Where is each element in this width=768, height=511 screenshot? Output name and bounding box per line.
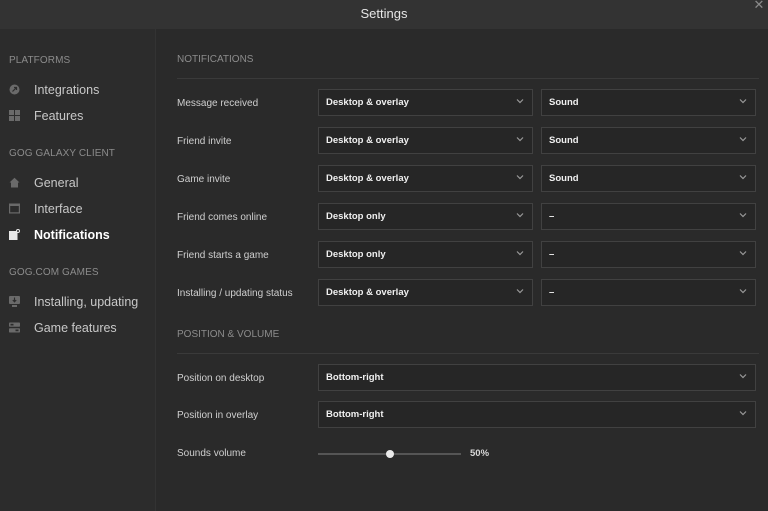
game-invite-display-select[interactable]: Desktop & overlay <box>318 165 533 192</box>
game-features-icon <box>9 322 20 333</box>
position-overlay-select[interactable]: Bottom-right <box>318 401 756 428</box>
section-notifications-heading: NOTIFICATIONS <box>177 54 254 65</box>
select-value: Desktop only <box>326 249 386 260</box>
select-value: Desktop & overlay <box>326 173 409 184</box>
chevron-down-icon <box>516 289 524 294</box>
row-label-installing-updating-status: Installing / updating status <box>177 288 293 299</box>
friend-starts-game-sound-select[interactable]: – <box>541 241 756 268</box>
position-desktop-select[interactable]: Bottom-right <box>318 364 756 391</box>
row-label-friend-starts-game: Friend starts a game <box>177 250 269 261</box>
volume-slider-thumb[interactable] <box>385 450 394 458</box>
select-value: Desktop & overlay <box>326 287 409 298</box>
friend-invite-display-select[interactable]: Desktop & overlay <box>318 127 533 154</box>
title-bar: Settings ✕ <box>0 0 768 29</box>
chevron-down-icon <box>516 99 524 104</box>
select-value: – <box>549 287 555 298</box>
sidebar-item-integrations[interactable]: Integrations <box>0 79 155 101</box>
select-value: Desktop & overlay <box>326 135 409 146</box>
row-label-sounds-volume: Sounds volume <box>177 448 246 459</box>
row-label-position-in-overlay: Position in overlay <box>177 410 259 421</box>
window-title: Settings <box>360 6 408 21</box>
sidebar-item-label: Interface <box>34 202 83 216</box>
chevron-down-icon <box>516 213 524 218</box>
sidebar-item-features[interactable]: Features <box>0 105 155 127</box>
row-label-friend-comes-online: Friend comes online <box>177 212 268 223</box>
select-value: Desktop only <box>326 211 386 222</box>
sidebar: PLATFORMS Integrations Features GOG GALA… <box>0 29 156 511</box>
sidebar-section-gog-galaxy-client: GOG GALAXY CLIENT <box>9 148 115 159</box>
select-value: Bottom-right <box>326 409 384 420</box>
sidebar-item-label: Features <box>34 109 84 123</box>
volume-value: 50% <box>470 448 490 459</box>
home-icon <box>9 177 20 188</box>
install-status-display-select[interactable]: Desktop & overlay <box>318 279 533 306</box>
select-value: Bottom-right <box>326 372 384 383</box>
friend-invite-sound-select[interactable]: Sound <box>541 127 756 154</box>
main-panel: NOTIFICATIONS Message received Desktop &… <box>156 29 768 511</box>
features-grid-icon <box>9 110 20 121</box>
sidebar-item-label: Notifications <box>34 228 110 242</box>
section-position-volume-heading: POSITION & VOLUME <box>177 329 280 340</box>
volume-slider-track[interactable] <box>318 450 461 458</box>
close-icon[interactable]: ✕ <box>752 0 766 12</box>
row-label-position-on-desktop: Position on desktop <box>177 373 265 384</box>
chevron-down-icon <box>516 175 524 180</box>
select-value: – <box>549 211 555 222</box>
chevron-down-icon <box>739 213 747 218</box>
select-value: Sound <box>549 97 579 108</box>
chevron-down-icon <box>739 374 747 379</box>
sidebar-item-label: Game features <box>34 321 117 335</box>
chevron-down-icon <box>739 411 747 416</box>
section-divider <box>177 353 759 354</box>
select-value: Sound <box>549 173 579 184</box>
chevron-down-icon <box>739 99 747 104</box>
friend-online-display-select[interactable]: Desktop only <box>318 203 533 230</box>
friend-online-sound-select[interactable]: – <box>541 203 756 230</box>
row-label-friend-invite: Friend invite <box>177 136 232 147</box>
message-received-display-select[interactable]: Desktop & overlay <box>318 89 533 116</box>
chevron-down-icon <box>739 251 747 256</box>
sidebar-item-label: General <box>34 176 79 190</box>
chevron-down-icon <box>739 137 747 142</box>
message-received-sound-select[interactable]: Sound <box>541 89 756 116</box>
section-divider <box>177 78 759 79</box>
chevron-down-icon <box>739 175 747 180</box>
sidebar-item-notifications[interactable]: Notifications <box>0 224 155 246</box>
row-label-game-invite: Game invite <box>177 174 231 185</box>
sidebar-item-general[interactable]: General <box>0 172 155 194</box>
sidebar-item-game-features[interactable]: Game features <box>0 317 155 339</box>
sidebar-item-interface[interactable]: Interface <box>0 198 155 220</box>
sidebar-item-installing-updating[interactable]: Installing, updating <box>0 291 155 313</box>
download-icon <box>9 296 20 307</box>
chevron-down-icon <box>516 251 524 256</box>
game-invite-sound-select[interactable]: Sound <box>541 165 756 192</box>
friend-starts-game-display-select[interactable]: Desktop only <box>318 241 533 268</box>
sidebar-section-platforms: PLATFORMS <box>9 55 71 66</box>
sidebar-section-gog-com-games: GOG.COM GAMES <box>9 267 99 278</box>
install-status-sound-select[interactable]: – <box>541 279 756 306</box>
sidebar-item-label: Installing, updating <box>34 295 139 309</box>
integrations-icon <box>9 84 20 95</box>
notifications-icon <box>9 229 20 240</box>
row-label-message-received: Message received <box>177 98 259 109</box>
chevron-down-icon <box>739 289 747 294</box>
interface-icon <box>9 203 20 214</box>
chevron-down-icon <box>516 137 524 142</box>
select-value: Desktop & overlay <box>326 97 409 108</box>
select-value: – <box>549 249 555 260</box>
select-value: Sound <box>549 135 579 146</box>
sidebar-item-label: Integrations <box>34 83 100 97</box>
